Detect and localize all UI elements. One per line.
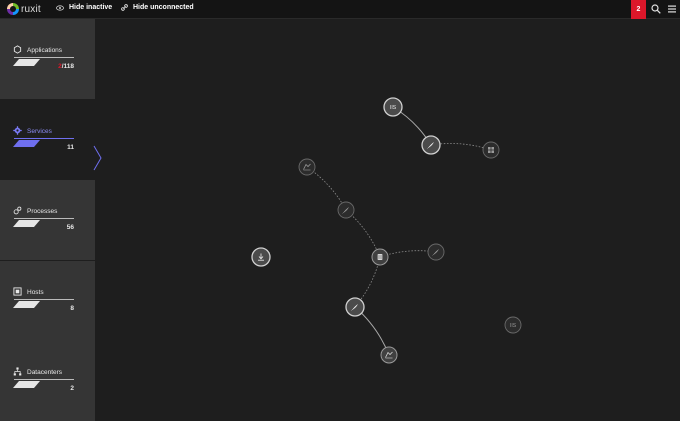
tile-count: 11 xyxy=(67,144,74,151)
link-icon xyxy=(121,4,128,11)
search-icon[interactable] xyxy=(651,4,661,14)
gear-icon xyxy=(13,126,22,135)
sidebar: Applications 2/118 Services 11 Processes… xyxy=(0,19,102,421)
sidebar-tile-label: Hosts xyxy=(27,289,44,296)
datacenter-icon xyxy=(13,367,22,376)
graph-node-feather-icon[interactable] xyxy=(427,243,445,261)
tile-divider xyxy=(14,379,74,380)
graph-node-database-icon[interactable] xyxy=(371,248,389,266)
tile-divider xyxy=(14,218,74,219)
service-topology-graph[interactable]: IIS IIS xyxy=(95,19,680,421)
hide-inactive-toggle[interactable]: Hide inactive xyxy=(56,4,112,11)
tile-gauge xyxy=(13,301,40,308)
sidebar-tile-applications[interactable]: Applications 2/118 xyxy=(0,19,95,99)
tile-divider xyxy=(14,57,74,58)
sidebar-tile-datacenters[interactable]: Datacenters 2 xyxy=(0,341,95,421)
graph-node-circle xyxy=(298,158,316,176)
tile-gauge xyxy=(13,220,40,227)
hexagon-icon xyxy=(13,45,22,54)
graph-node-iis-icon[interactable]: IIS xyxy=(383,97,403,117)
hide-unconnected-toggle[interactable]: Hide unconnected xyxy=(121,4,194,11)
tile-divider xyxy=(14,299,74,300)
sidebar-tile-hosts[interactable]: Hosts 8 xyxy=(0,261,95,341)
graph-node-feather-icon[interactable] xyxy=(337,201,355,219)
hamburger-menu-icon[interactable] xyxy=(668,5,676,13)
tile-count: 2/118 xyxy=(58,63,74,70)
iis-label: IIS xyxy=(510,323,517,329)
graph-node-download-icon[interactable] xyxy=(251,247,271,267)
processes-icon xyxy=(13,206,22,215)
graph-node-iis-icon[interactable]: IIS xyxy=(504,316,522,334)
sidebar-tile-services[interactable]: Services 11 xyxy=(0,100,95,180)
sidebar-tile-processes[interactable]: Processes 56 xyxy=(0,180,95,260)
graph-node-circle xyxy=(482,141,500,159)
eye-icon xyxy=(56,4,64,11)
tile-gauge xyxy=(13,140,40,147)
graph-node-server-cluster-icon[interactable] xyxy=(380,346,398,364)
hide-inactive-label: Hide inactive xyxy=(69,4,113,11)
graph-node-feather-icon[interactable] xyxy=(421,135,441,155)
sidebar-tile-label: Datacenters xyxy=(27,369,63,376)
sidebar-tile-label: Services xyxy=(27,128,52,135)
graph-node-windows-icon[interactable] xyxy=(482,141,500,159)
tile-count: 56 xyxy=(66,224,74,231)
alert-count-badge[interactable]: 2 xyxy=(631,0,646,19)
graph-edge xyxy=(345,209,381,258)
ruxit-logo[interactable]: ruxit xyxy=(7,3,41,15)
ruxit-logo-icon xyxy=(7,3,19,15)
tile-gauge xyxy=(13,381,40,388)
iis-label: IIS xyxy=(390,105,397,111)
sidebar-tile-label: Applications xyxy=(27,47,63,54)
tile-count: 8 xyxy=(70,305,74,312)
graph-node-server-cluster-icon[interactable] xyxy=(298,158,316,176)
logo-text: ruxit xyxy=(21,3,41,15)
sidebar-tile-label: Processes xyxy=(27,208,58,215)
hide-unconnected-label: Hide unconnected xyxy=(133,4,194,11)
tile-gauge xyxy=(13,59,40,66)
graph-node-feather-icon[interactable] xyxy=(345,297,365,317)
top-bar: ruxit Hide inactive Hide unconnected 2 xyxy=(0,0,680,19)
graph-edge xyxy=(306,166,347,211)
host-icon xyxy=(13,287,22,296)
tile-divider xyxy=(14,138,74,139)
tile-count: 2 xyxy=(70,385,74,392)
graph-node-circle xyxy=(380,346,398,364)
